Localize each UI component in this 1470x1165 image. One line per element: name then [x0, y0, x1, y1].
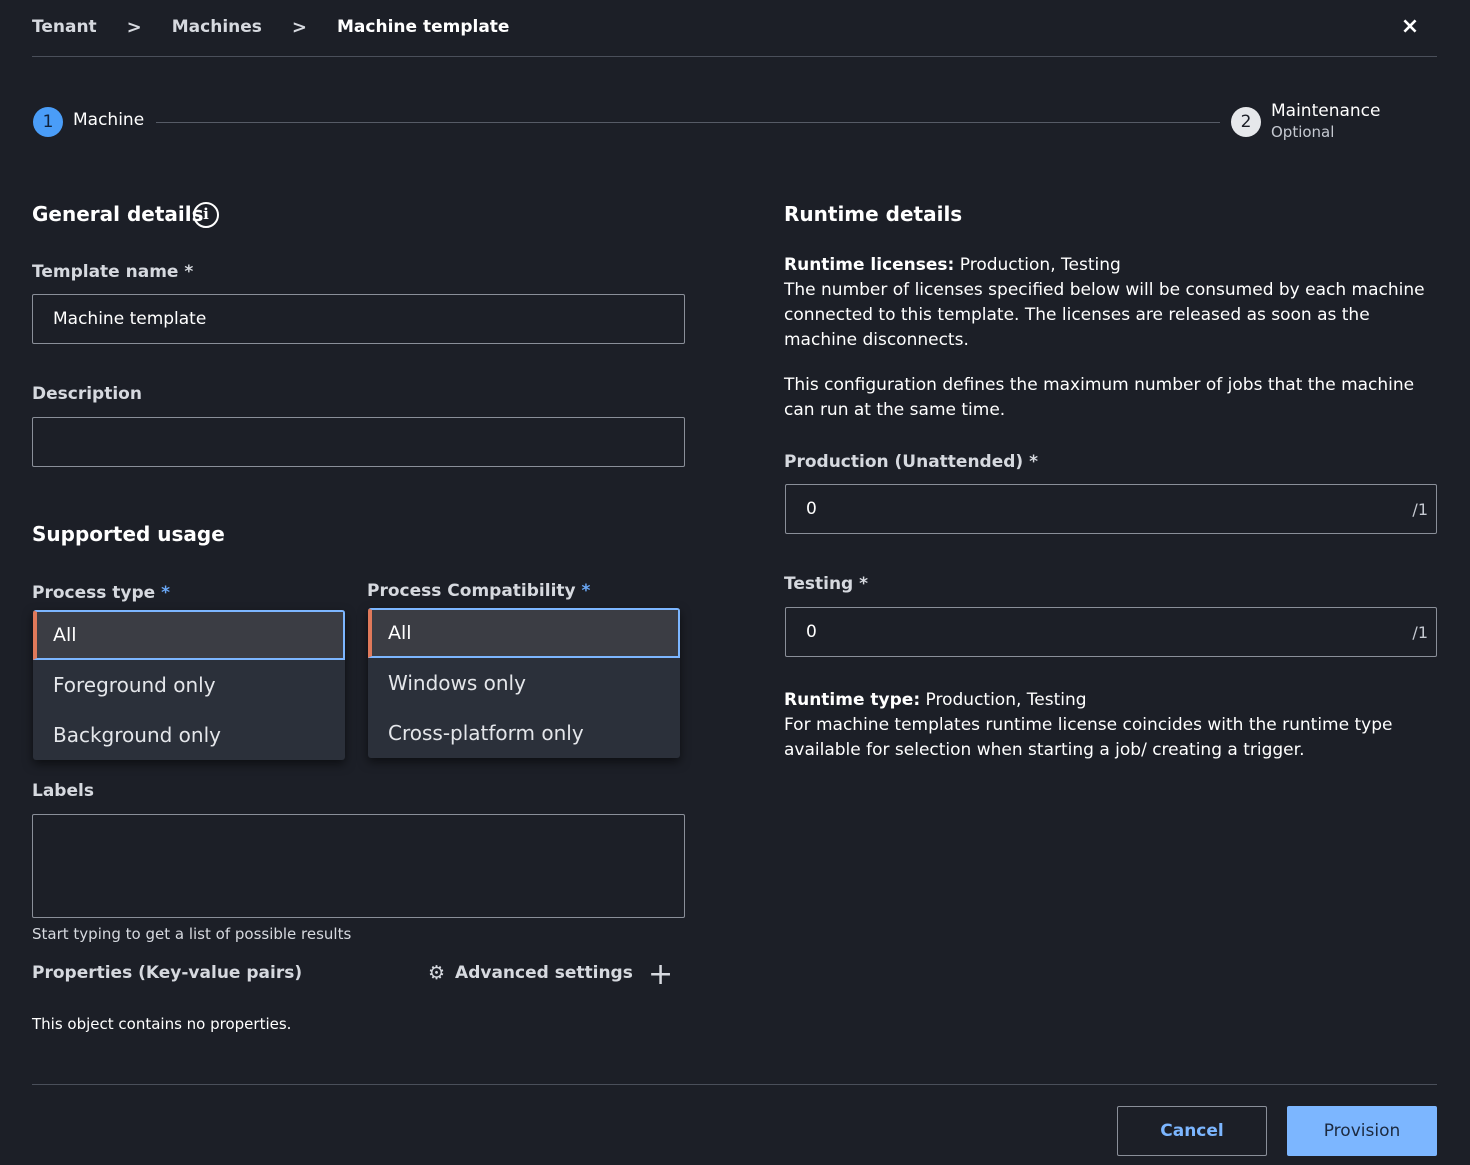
runtime-type-block: Runtime type: Production, Testing For ma… [784, 688, 1434, 763]
breadcrumb-current: Machine template [337, 17, 510, 37]
process-type-dropdown[interactable]: All Foreground only Background only [33, 610, 345, 760]
production-input[interactable]: 0 /1 [785, 484, 1437, 534]
step-2-label[interactable]: Maintenance [1271, 101, 1380, 121]
chevron-right-icon: > [291, 16, 308, 38]
step-2-indicator[interactable]: 2 [1231, 107, 1261, 137]
step-1-indicator[interactable]: 1 [33, 107, 63, 137]
runtime-type-value: Production, Testing [925, 690, 1087, 710]
runtime-type-label: Runtime type: [784, 690, 921, 710]
testing-value: 0 [806, 622, 817, 642]
general-details-title: General details [32, 202, 204, 226]
footer-divider [32, 1084, 1437, 1085]
advanced-settings-label: Advanced settings [455, 963, 633, 983]
runtime-type-desc: For machine templates runtime license co… [784, 715, 1393, 760]
supported-usage-title: Supported usage [32, 522, 225, 546]
testing-label: Testing * [784, 574, 869, 594]
stepper-line [156, 122, 1220, 123]
process-type-label-text: Process type [32, 583, 156, 603]
runtime-licenses-desc: The number of licenses specified below w… [784, 280, 1425, 350]
process-type-selected[interactable]: All [33, 610, 345, 660]
process-compat-selected[interactable]: All [368, 608, 680, 658]
plus-icon[interactable]: + [648, 960, 673, 990]
runtime-licenses-block: Runtime licenses: Production, Testing Th… [784, 253, 1434, 353]
testing-input[interactable]: 0 /1 [785, 607, 1437, 657]
chevron-right-icon: > [126, 16, 142, 38]
labels-input[interactable] [32, 814, 685, 918]
process-type-option-foreground[interactable]: Foreground only [33, 660, 345, 710]
process-compat-option-windows[interactable]: Windows only [368, 658, 680, 708]
properties-label: Properties (Key-value pairs) [32, 963, 303, 983]
breadcrumb: Tenant > Machines > Machine template [32, 14, 509, 40]
provision-button[interactable]: Provision [1287, 1106, 1437, 1156]
cancel-button[interactable]: Cancel [1117, 1106, 1267, 1156]
step-2-sublabel: Optional [1271, 123, 1335, 141]
step-1-label[interactable]: Machine [73, 110, 144, 130]
breadcrumb-machines[interactable]: Machines [172, 17, 262, 37]
production-value: 0 [806, 499, 817, 519]
process-compat-option-cross[interactable]: Cross-platform only [368, 708, 680, 758]
properties-empty: This object contains no properties. [32, 1015, 292, 1033]
description-label: Description [32, 384, 142, 404]
process-compat-label: Process Compatibility * [367, 581, 590, 601]
runtime-config-desc: This configuration defines the maximum n… [784, 375, 1415, 420]
template-name-input[interactable]: Machine template [32, 294, 685, 344]
runtime-licenses-label: Runtime licenses: [784, 255, 955, 275]
process-type-label: Process type * [32, 583, 170, 603]
runtime-details-title: Runtime details [784, 202, 963, 226]
testing-suffix: /1 [1412, 622, 1428, 642]
header-divider [32, 56, 1437, 57]
labels-hint: Start typing to get a list of possible r… [32, 925, 352, 943]
production-suffix: /1 [1412, 499, 1428, 519]
description-input[interactable] [32, 417, 685, 467]
advanced-settings-button[interactable]: ⚙ Advanced settings [428, 962, 633, 984]
close-icon[interactable]: × [1398, 14, 1422, 40]
process-type-option-background[interactable]: Background only [33, 710, 345, 760]
info-icon[interactable]: i [193, 202, 219, 228]
runtime-licenses-value: Production, Testing [959, 255, 1121, 275]
gear-icon: ⚙ [428, 962, 446, 984]
breadcrumb-tenant[interactable]: Tenant [32, 17, 97, 37]
template-name-label: Template name * [32, 262, 194, 282]
required-marker: * [161, 583, 171, 603]
required-marker: * [581, 581, 591, 601]
process-compat-label-text: Process Compatibility [367, 581, 576, 601]
labels-label: Labels [32, 781, 94, 801]
production-label: Production (Unattended) * [784, 452, 1039, 472]
process-compat-dropdown[interactable]: All Windows only Cross-platform only [368, 608, 680, 758]
